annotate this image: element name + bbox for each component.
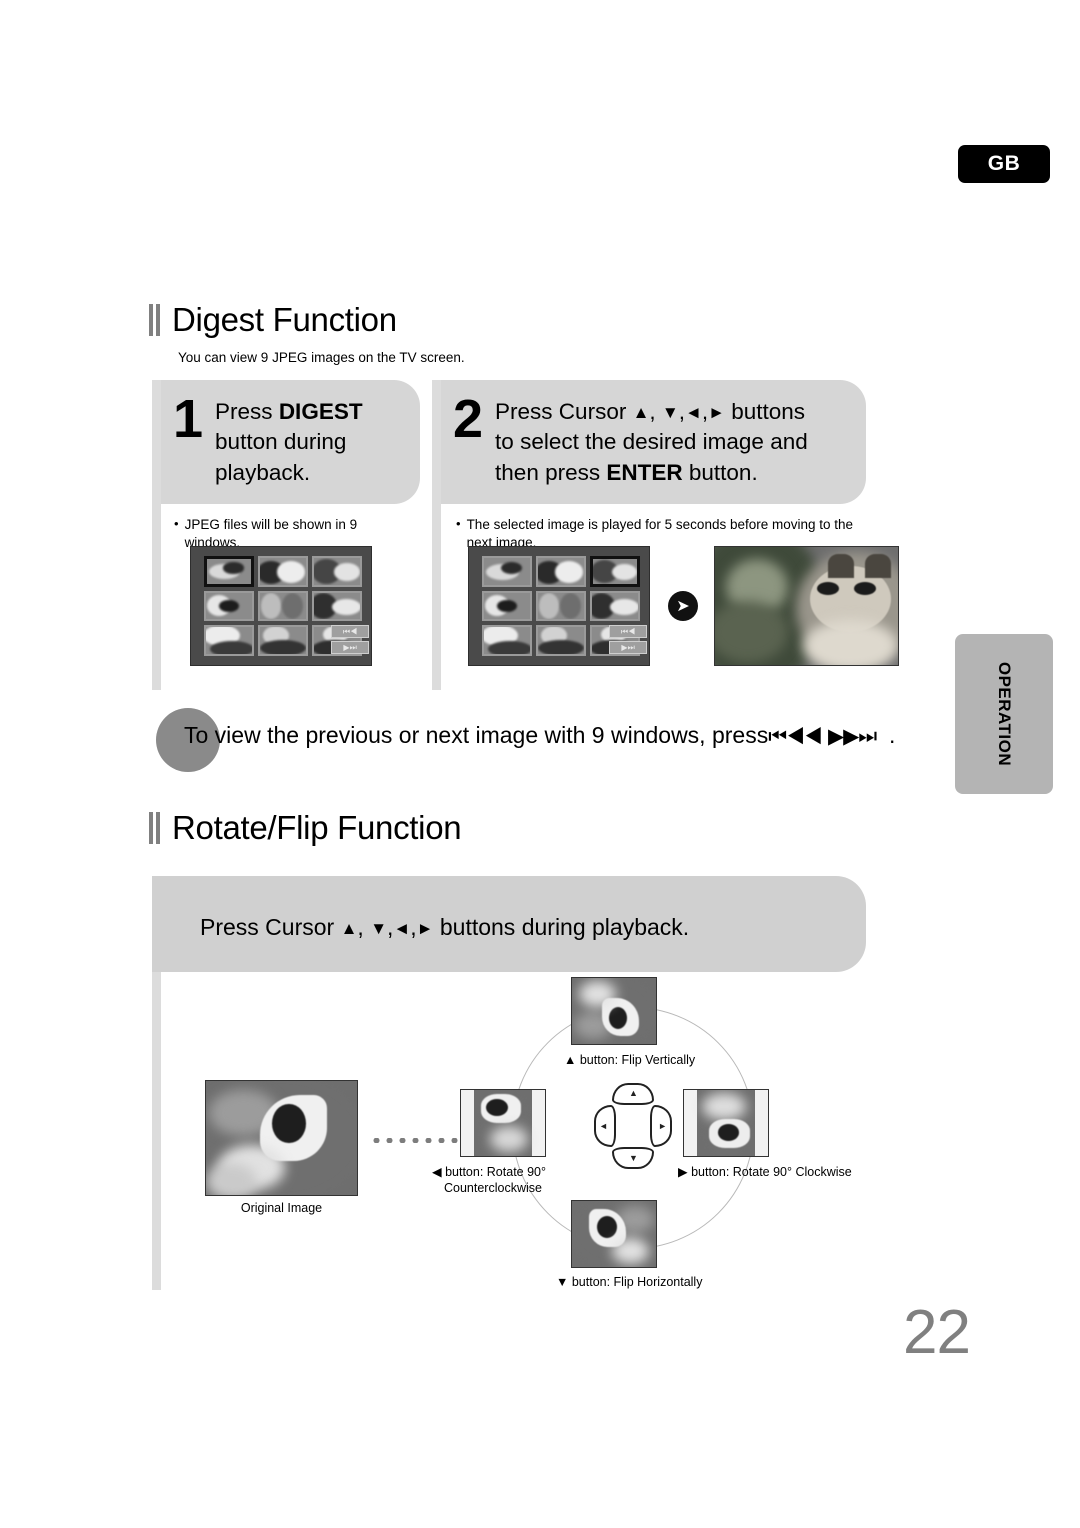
- rf-banner-pre: Press Cursor: [200, 914, 341, 940]
- original-image-photo: [205, 1080, 358, 1196]
- tv-nav-buttons-1: ⏮◀ ▶⏭: [331, 625, 369, 655]
- tv-next-button[interactable]: ▶⏭: [609, 641, 647, 655]
- step-2-box: 2 Press Cursor ▲, ▼,◄,► buttons to selec…: [441, 380, 866, 505]
- step-1-line3: playback.: [215, 459, 311, 485]
- section-marker-icon: [148, 811, 162, 844]
- thumbnail-cell: [203, 625, 254, 656]
- cursor-down-icon: ▼: [370, 919, 388, 938]
- language-badge-label: GB: [987, 152, 1021, 175]
- flip-horizontal-label: ▼ button: Flip Horizontally: [556, 1275, 703, 1289]
- bullet-dot-icon: •: [456, 516, 461, 532]
- flip-horizontal-photo: [571, 1200, 657, 1268]
- rotate-flip-section-heading: Rotate/Flip Function: [148, 809, 462, 846]
- page-number: 22: [903, 1298, 971, 1367]
- rotate-flip-heading-text: Rotate/Flip Function: [172, 809, 462, 846]
- thumbnail-cell: [311, 590, 362, 622]
- tv-nav-buttons-2: ⏮◀ ▶⏭: [609, 625, 647, 655]
- tv-prev-button[interactable]: ⏮◀: [609, 625, 647, 639]
- rf-banner-post: buttons during playback.: [433, 914, 690, 940]
- cursor-pad-diagram: ▲ ▼ ◄ ►: [594, 1083, 672, 1169]
- step-1-box: 1 Press DIGEST button during playback.: [161, 380, 420, 505]
- tip-text-post: .: [888, 722, 896, 748]
- bullet-dot-icon: •: [174, 516, 179, 532]
- step-2-number: 2: [453, 389, 484, 449]
- thumbnail-cell: [257, 556, 308, 587]
- digest-tv-screenshot-1: ⏮◀ ▶⏭: [190, 546, 372, 666]
- step-2-side-bar: [432, 380, 441, 690]
- tip-bar: To view the previous or next image with …: [156, 708, 895, 772]
- connector-dotted-line: [370, 1138, 458, 1143]
- selected-image-photo: [714, 546, 899, 666]
- thumbnail-cell: [535, 590, 586, 622]
- step-2-enter-keyword: ENTER: [606, 459, 683, 485]
- thumbnail-cell: [535, 625, 586, 656]
- thumbnail-cell: [203, 556, 254, 587]
- pad-right-icon: ►: [658, 1121, 667, 1131]
- thumbnail-cell-selected: [589, 556, 640, 587]
- flip-vertical-label: ▲ button: Flip Vertically: [564, 1053, 696, 1067]
- cursor-left-icon: ◄: [393, 919, 411, 938]
- digest-heading-text: Digest Function: [172, 301, 397, 338]
- skip-prev-icon: ⏮◀◀: [768, 725, 822, 748]
- language-badge: GB: [958, 145, 1050, 183]
- cursor-right-icon: ►: [416, 919, 434, 938]
- tv-prev-button[interactable]: ⏮◀: [331, 625, 369, 639]
- cursor-up-icon: ▲: [632, 403, 650, 422]
- operation-side-tab: OPERATION: [955, 634, 1053, 794]
- thumbnail-cell: [481, 556, 532, 587]
- thumbnail-cell: [535, 556, 586, 587]
- arrow-right-icon: ➤: [668, 591, 698, 621]
- cursor-up-icon: ▲: [340, 919, 358, 938]
- thumbnail-cell: [481, 625, 532, 656]
- step-1-line1-pre: Press: [215, 399, 279, 424]
- rotate-ccw-photo: [460, 1089, 546, 1157]
- digest-tv-screenshot-2: ⏮◀ ▶⏭: [468, 546, 650, 666]
- cursor-left-icon: ◄: [685, 403, 702, 422]
- rotate-flip-banner: Press Cursor ▲, ▼,◄,► buttons during pla…: [152, 876, 866, 972]
- pad-down-icon: ▼: [629, 1153, 638, 1163]
- step-2-line1-pre: Press Cursor: [495, 399, 633, 424]
- step-2-line3-post: button.: [682, 459, 758, 485]
- step-2-line1-post: buttons: [724, 399, 805, 424]
- rotate-ccw-label-line2: Counterclockwise: [444, 1180, 542, 1195]
- thumbnail-cell: [311, 556, 362, 587]
- step-2-column: 2 Press Cursor ▲, ▼,◄,► buttons to selec…: [432, 380, 899, 690]
- operation-side-tab-label: OPERATION: [995, 661, 1014, 767]
- step-1-text: Press DIGEST button during playback.: [215, 394, 363, 488]
- rotate-flip-diagram: Original Image ▲ button: Flip Vertically…: [160, 975, 880, 1295]
- thumbnail-cell: [257, 625, 308, 656]
- pad-left-icon: ◄: [599, 1121, 608, 1131]
- step-2-line3-pre: then press: [495, 459, 607, 485]
- pad-up-icon: ▲: [629, 1088, 638, 1098]
- rotate-cw-photo: [683, 1089, 769, 1157]
- step-1-column: 1 Press DIGEST button during playback. •…: [152, 380, 420, 690]
- rotate-cw-label: ▶ button: Rotate 90° Clockwise: [678, 1165, 852, 1179]
- flip-vertical-photo: [571, 977, 657, 1045]
- step-1-digest-keyword: DIGEST: [278, 399, 363, 424]
- step-2-text: Press Cursor ▲, ▼,◄,► buttons to select …: [495, 399, 808, 485]
- step-1-number: 1: [173, 389, 204, 449]
- thumbnail-cell: [257, 590, 308, 622]
- tip-text: To view the previous or next image with …: [184, 722, 895, 749]
- cursor-right-icon: ►: [708, 403, 725, 422]
- tv-next-button[interactable]: ▶⏭: [331, 641, 369, 655]
- rotate-flip-banner-text: Press Cursor ▲, ▼,◄,► buttons during pla…: [200, 914, 690, 940]
- step-1-side-bar: [152, 380, 161, 690]
- digest-intro-text: You can view 9 JPEG images on the TV scr…: [178, 350, 465, 365]
- skip-next-icon: ▶▶⏭: [827, 725, 877, 748]
- digest-section-heading: Digest Function: [148, 303, 397, 336]
- tip-text-pre: To view the previous or next image with …: [184, 722, 769, 748]
- cursor-down-icon: ▼: [661, 403, 679, 422]
- step-2-line2: to select the desired image and: [495, 429, 808, 455]
- original-image-caption: Original Image: [240, 1201, 323, 1215]
- thumbnail-cell: [203, 590, 254, 622]
- thumbnail-cell: [481, 590, 532, 622]
- rotate-ccw-label-line1: ◀ button: Rotate 90°: [432, 1165, 546, 1179]
- section-marker-icon: [148, 303, 162, 336]
- rotate-ccw-label: ◀ button: Rotate 90° Counterclockwise: [432, 1165, 546, 1196]
- thumbnail-cell: [589, 590, 640, 622]
- step-1-line2: button during: [215, 429, 347, 455]
